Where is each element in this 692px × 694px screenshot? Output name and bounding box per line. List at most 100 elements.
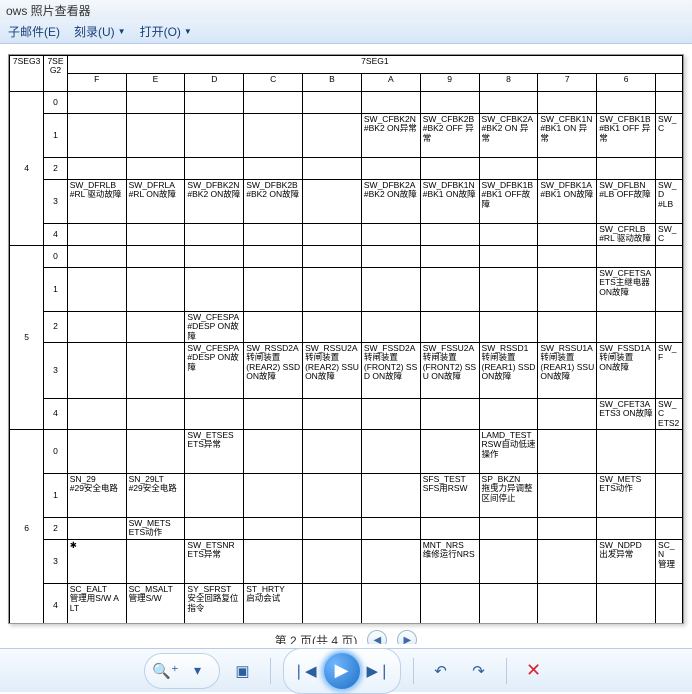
zoom-group: 🔍⁺ ▾ bbox=[144, 653, 220, 689]
chevron-down-icon: ▼ bbox=[118, 27, 126, 36]
cell: SW_CFETSAETS主继电器ON故障 bbox=[597, 268, 656, 312]
cell: SW_CFBK2A#BK2 ON 异常 bbox=[479, 114, 538, 158]
zoom-in-icon[interactable]: 🔍⁺ bbox=[151, 656, 181, 686]
hdr-7seg3: 7SEG3 bbox=[10, 56, 44, 92]
pager: 第 2 页(共 4 页) ◀ ▶ bbox=[0, 624, 692, 644]
menu-open[interactable]: 打开(O)▼ bbox=[140, 23, 192, 40]
cell: SW_METSETS动作 bbox=[597, 474, 656, 518]
page-indicator: 第 2 页(共 4 页) bbox=[275, 632, 358, 645]
cell: SW_DFBK2N#BK2 ON故障 bbox=[185, 180, 244, 224]
group-6: 6 bbox=[10, 430, 44, 624]
rotate-right-icon[interactable]: ↷ bbox=[464, 656, 494, 686]
menu-bar: 子邮件(E) 刻录(U)▼ 打开(O)▼ bbox=[0, 20, 692, 44]
hdr-C: C bbox=[244, 74, 303, 92]
cell: SN_29#29安全电路 bbox=[67, 474, 126, 518]
separator bbox=[506, 658, 507, 684]
viewer-area: 7SEG3 7SEG2 7SEG1 F E D C B A 9 8 7 6 4 … bbox=[0, 44, 692, 644]
cell: SW_ETSNRETS异常 bbox=[185, 540, 244, 584]
cell: SC_MSALT管理S/W bbox=[126, 584, 185, 624]
row-label: 0 bbox=[44, 430, 68, 474]
cell: SW_FSSU2A转闸装置(FRONT2) SSU ON故障 bbox=[420, 343, 479, 399]
cell: SW_CFET3AETS3 ON故障 bbox=[597, 399, 656, 430]
row-label: 0 bbox=[44, 92, 68, 114]
cell: SW_C bbox=[656, 114, 683, 158]
cell: SW_METSETS动作 bbox=[126, 518, 185, 540]
hdr-7: 7 bbox=[538, 74, 597, 92]
toolbar: 🔍⁺ ▾ ▣ ❘◀ ▶ ▶❘ ↶ ↷ ✕ bbox=[0, 648, 692, 692]
cell: SW_CFBK1N#BK1 ON 异常 bbox=[538, 114, 597, 158]
rotate-left-icon[interactable]: ↶ bbox=[426, 656, 456, 686]
group-4: 4 bbox=[10, 92, 44, 246]
data-table: 7SEG3 7SEG2 7SEG1 F E D C B A 9 8 7 6 4 … bbox=[9, 55, 683, 624]
cell: SW_DFBK2A#BK2 ON故障 bbox=[361, 180, 420, 224]
cell: SW_F bbox=[656, 343, 683, 399]
slideshow-icon[interactable]: ▶ bbox=[322, 651, 362, 691]
row-label: 1 bbox=[44, 474, 68, 518]
row-label: 3 bbox=[44, 180, 68, 224]
last-icon[interactable]: ▶❘ bbox=[364, 656, 394, 686]
cell: SW_NDPD出发异常 bbox=[597, 540, 656, 584]
hdr-B: B bbox=[303, 74, 362, 92]
cell: SW_ETSESETS异常 bbox=[185, 430, 244, 474]
hdr-7seg1: 7SEG1 bbox=[67, 56, 682, 74]
hdr-7seg2: 7SEG2 bbox=[44, 56, 68, 92]
prev-page-button[interactable]: ◀ bbox=[367, 630, 387, 644]
menu-email[interactable]: 子邮件(E) bbox=[8, 23, 60, 40]
cell: SC_N管理 bbox=[656, 540, 683, 584]
delete-icon[interactable]: ✕ bbox=[519, 656, 549, 686]
cell: SFS_TESTSFS用RSW bbox=[420, 474, 479, 518]
row-label: 3 bbox=[44, 343, 68, 399]
separator bbox=[270, 658, 271, 684]
cell: SW_CFBK2B#BK2 OFF 异常 bbox=[420, 114, 479, 158]
cell: SW_DFBK1A#BK1 ON故障 bbox=[538, 180, 597, 224]
cell: SC_EALT管理用S/W ALT bbox=[67, 584, 126, 624]
chevron-down-icon: ▼ bbox=[184, 27, 192, 36]
next-page-button[interactable]: ▶ bbox=[397, 630, 417, 644]
fit-icon[interactable]: ▣ bbox=[228, 656, 258, 686]
cell: SW_RSSD2A转闸装置(REAR2) SSD ON故障 bbox=[244, 343, 303, 399]
cell: SW_DFBK1B#BK1 OFF故障 bbox=[479, 180, 538, 224]
cell: SW_FSSD1A转闸装置ON故障 bbox=[597, 343, 656, 399]
hdr-E: E bbox=[126, 74, 185, 92]
row-label: 4 bbox=[44, 224, 68, 246]
hdr-8: 8 bbox=[479, 74, 538, 92]
row-label: 3 bbox=[44, 540, 68, 584]
hdr-D: D bbox=[185, 74, 244, 92]
document-page: 7SEG3 7SEG2 7SEG1 F E D C B A 9 8 7 6 4 … bbox=[8, 54, 684, 624]
cell: SW_CFBK2N#BK2 ON异常 bbox=[361, 114, 420, 158]
row-label: 4 bbox=[44, 584, 68, 624]
cell: SW_CFESPA#DESP ON故障 bbox=[185, 312, 244, 343]
cell: ✱ bbox=[67, 540, 126, 584]
zoom-slider-icon[interactable]: ▾ bbox=[183, 656, 213, 686]
cell: SY_SFRST安全回路复位指令 bbox=[185, 584, 244, 624]
cell: SP_BKZN拖曳力异调整区间停止 bbox=[479, 474, 538, 518]
first-icon[interactable]: ❘◀ bbox=[290, 656, 320, 686]
separator bbox=[413, 658, 414, 684]
hdr-6: 6 bbox=[597, 74, 656, 92]
cell: SW_RSSU2A转闸装置(REAR2) SSU ON故障 bbox=[303, 343, 362, 399]
row-label: 2 bbox=[44, 518, 68, 540]
hdr-F: F bbox=[67, 74, 126, 92]
cell: LAMD_TESTRSW自动低速操作 bbox=[479, 430, 538, 474]
row-label: 0 bbox=[44, 246, 68, 268]
cell: SW_DFLBN#LB OFF故障 bbox=[597, 180, 656, 224]
nav-group: ❘◀ ▶ ▶❘ bbox=[283, 648, 401, 694]
menu-burn[interactable]: 刻录(U)▼ bbox=[74, 23, 126, 40]
cell: SW_CFBK1B#BK1 OFF 异常 bbox=[597, 114, 656, 158]
row-label: 1 bbox=[44, 268, 68, 312]
cell: SW_RSSD1转闸装置(REAR1) SSD ON故障 bbox=[479, 343, 538, 399]
cell: SW_RSSU1A转闸装置(REAR1) SSU ON故障 bbox=[538, 343, 597, 399]
row-label: 2 bbox=[44, 312, 68, 343]
cell: ST_HRTY启动会试 bbox=[244, 584, 303, 624]
cell: SW_DFBK2B#BK2 ON故障 bbox=[244, 180, 303, 224]
row-label: 4 bbox=[44, 399, 68, 430]
cell: SN_29LT#29安全电路 bbox=[126, 474, 185, 518]
window-title: ows 照片查看器 bbox=[0, 0, 692, 20]
cell: SW_CETS2 bbox=[656, 399, 683, 430]
hdr-9: 9 bbox=[420, 74, 479, 92]
hdr-A: A bbox=[361, 74, 420, 92]
cell: MNT_NRS维修运行NRS bbox=[420, 540, 479, 584]
row-label: 1 bbox=[44, 114, 68, 158]
group-5: 5 bbox=[10, 246, 44, 430]
cell: SW_DFBK1N#BK1 ON故障 bbox=[420, 180, 479, 224]
